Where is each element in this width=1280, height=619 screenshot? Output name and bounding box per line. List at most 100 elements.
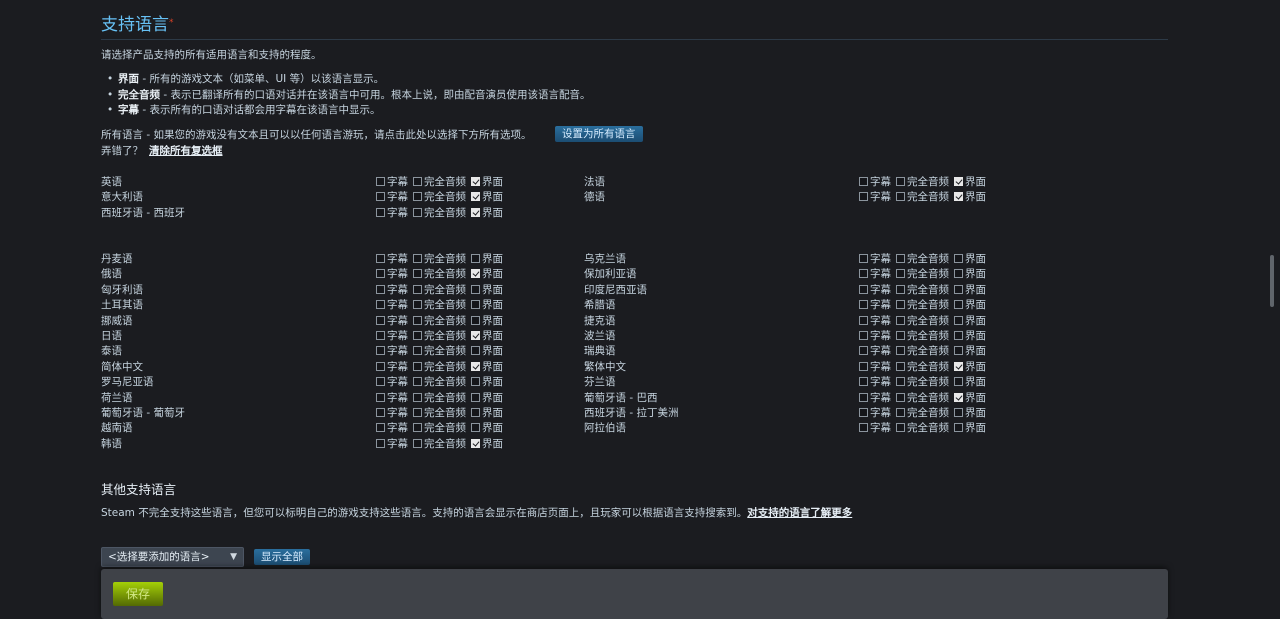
subtitles-option[interactable]: 字幕 (859, 344, 891, 359)
interface-option[interactable]: 界面 (954, 344, 986, 359)
full-audio-checkbox[interactable] (413, 192, 422, 202)
full-audio-option[interactable]: 完全音频 (896, 267, 949, 282)
interface-option[interactable]: 界面 (954, 267, 986, 282)
full-audio-option[interactable]: 完全音频 (896, 252, 949, 267)
subtitles-checkbox[interactable] (376, 300, 385, 310)
full-audio-checkbox[interactable] (413, 392, 422, 402)
full-audio-option[interactable]: 完全音频 (896, 298, 949, 313)
full-audio-checkbox[interactable] (413, 300, 422, 310)
subtitles-checkbox[interactable] (376, 269, 385, 279)
interface-option[interactable]: 界面 (954, 360, 986, 375)
subtitles-option[interactable]: 字幕 (859, 421, 891, 436)
subtitles-checkbox[interactable] (376, 315, 385, 325)
subtitles-option[interactable]: 字幕 (376, 360, 408, 375)
subtitles-option[interactable]: 字幕 (376, 344, 408, 359)
interface-option[interactable]: 界面 (471, 421, 503, 436)
full-audio-option[interactable]: 完全音频 (896, 406, 949, 421)
interface-option[interactable]: 界面 (954, 190, 986, 205)
interface-option[interactable]: 界面 (471, 329, 503, 344)
full-audio-checkbox[interactable] (896, 361, 905, 371)
full-audio-option[interactable]: 完全音频 (413, 391, 466, 406)
full-audio-option[interactable]: 完全音频 (413, 190, 466, 205)
subtitles-option[interactable]: 字幕 (859, 406, 891, 421)
interface-checkbox[interactable] (954, 269, 963, 279)
subtitles-checkbox[interactable] (376, 423, 385, 433)
full-audio-option[interactable]: 完全音频 (896, 391, 949, 406)
subtitles-checkbox[interactable] (859, 346, 868, 356)
subtitles-checkbox[interactable] (859, 423, 868, 433)
full-audio-checkbox[interactable] (896, 346, 905, 356)
subtitles-option[interactable]: 字幕 (376, 421, 408, 436)
full-audio-checkbox[interactable] (896, 315, 905, 325)
interface-checkbox[interactable] (471, 408, 480, 417)
subtitles-option[interactable]: 字幕 (859, 314, 891, 329)
subtitles-option[interactable]: 字幕 (859, 329, 891, 344)
subtitles-checkbox[interactable] (859, 177, 868, 186)
subtitles-checkbox[interactable] (376, 361, 385, 371)
interface-checkbox[interactable] (954, 300, 963, 310)
interface-checkbox[interactable] (954, 346, 963, 356)
full-audio-option[interactable]: 完全音频 (413, 421, 466, 436)
subtitles-option[interactable]: 字幕 (376, 314, 408, 329)
subtitles-checkbox[interactable] (859, 269, 868, 279)
show-all-button[interactable]: 显示全部 (254, 549, 310, 565)
subtitles-checkbox[interactable] (859, 315, 868, 325)
full-audio-option[interactable]: 完全音频 (413, 406, 466, 421)
interface-checkbox[interactable] (954, 423, 963, 433)
interface-checkbox[interactable] (954, 254, 963, 263)
interface-checkbox[interactable] (471, 315, 480, 325)
interface-checkbox[interactable] (471, 346, 480, 356)
full-audio-option[interactable]: 完全音频 (413, 344, 466, 359)
subtitles-option[interactable]: 字幕 (376, 283, 408, 298)
full-audio-checkbox[interactable] (896, 192, 905, 202)
full-audio-checkbox[interactable] (413, 423, 422, 433)
full-audio-option[interactable]: 完全音频 (896, 344, 949, 359)
full-audio-option[interactable]: 完全音频 (896, 421, 949, 436)
subtitles-checkbox[interactable] (376, 392, 385, 402)
subtitles-option[interactable]: 字幕 (376, 437, 408, 452)
full-audio-option[interactable]: 完全音频 (413, 298, 466, 313)
interface-option[interactable]: 界面 (471, 406, 503, 421)
interface-checkbox[interactable] (954, 408, 963, 417)
full-audio-checkbox[interactable] (413, 377, 422, 387)
full-audio-checkbox[interactable] (896, 177, 905, 186)
full-audio-checkbox[interactable] (413, 269, 422, 279)
interface-option[interactable]: 界面 (954, 283, 986, 298)
full-audio-checkbox[interactable] (896, 392, 905, 402)
interface-checkbox[interactable] (471, 377, 480, 387)
full-audio-checkbox[interactable] (896, 300, 905, 310)
subtitles-option[interactable]: 字幕 (376, 391, 408, 406)
subtitles-checkbox[interactable] (376, 177, 385, 186)
subtitles-checkbox[interactable] (859, 192, 868, 202)
full-audio-checkbox[interactable] (413, 177, 422, 186)
add-language-select[interactable]: <选择要添加的语言> ▼ (101, 547, 244, 567)
subtitles-option[interactable]: 字幕 (859, 175, 891, 190)
interface-checkbox[interactable] (954, 284, 963, 294)
subtitles-option[interactable]: 字幕 (376, 406, 408, 421)
subtitles-checkbox[interactable] (859, 377, 868, 387)
interface-checkbox[interactable] (954, 315, 963, 325)
interface-checkbox[interactable] (471, 392, 480, 402)
subtitles-checkbox[interactable] (376, 346, 385, 356)
full-audio-checkbox[interactable] (413, 361, 422, 371)
interface-option[interactable]: 界面 (471, 206, 503, 221)
full-audio-checkbox[interactable] (413, 331, 422, 340)
interface-option[interactable]: 界面 (471, 252, 503, 267)
interface-checkbox[interactable] (954, 377, 963, 387)
subtitles-checkbox[interactable] (376, 331, 385, 340)
full-audio-checkbox[interactable] (896, 423, 905, 433)
full-audio-option[interactable]: 完全音频 (896, 375, 949, 390)
interface-option[interactable]: 界面 (471, 190, 503, 205)
interface-option[interactable]: 界面 (954, 406, 986, 421)
full-audio-option[interactable]: 完全音频 (413, 375, 466, 390)
interface-option[interactable]: 界面 (471, 437, 503, 452)
full-audio-checkbox[interactable] (413, 207, 422, 217)
subtitles-option[interactable]: 字幕 (859, 360, 891, 375)
subtitles-option[interactable]: 字幕 (376, 298, 408, 313)
full-audio-option[interactable]: 完全音频 (413, 437, 466, 452)
full-audio-option[interactable]: 完全音频 (896, 175, 949, 190)
full-audio-option[interactable]: 完全音频 (896, 190, 949, 205)
interface-option[interactable]: 界面 (471, 344, 503, 359)
interface-checkbox[interactable] (954, 392, 963, 402)
clear-all-checkboxes-link[interactable]: 清除所有复选框 (149, 145, 223, 157)
